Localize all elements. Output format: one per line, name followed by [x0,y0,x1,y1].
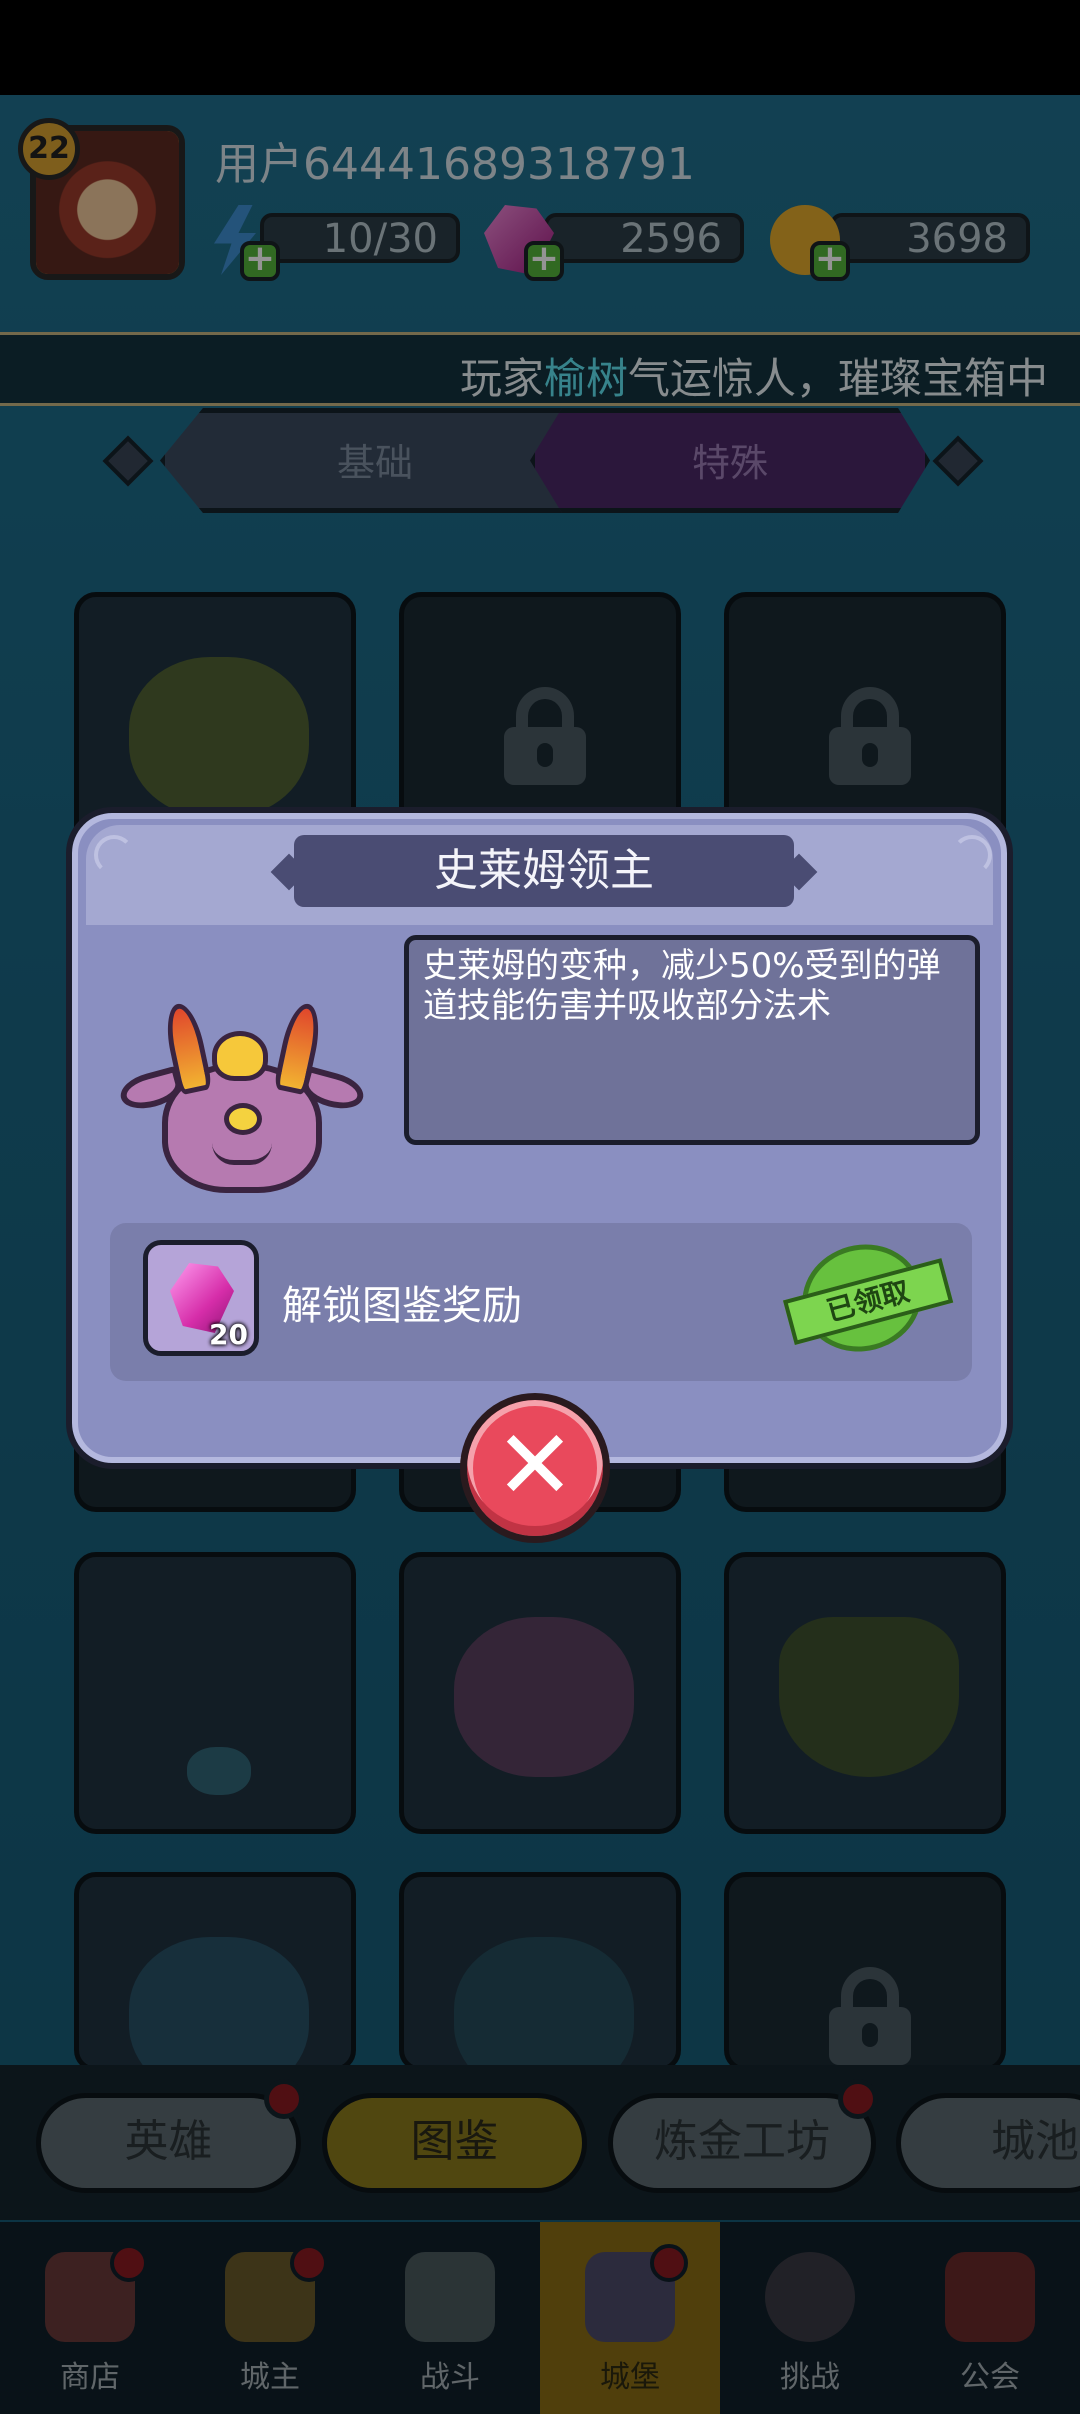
popup-title: 史莱姆领主 [294,835,794,907]
close-icon: ✕ [494,1409,576,1521]
reward-gem-icon: 20 [143,1240,259,1356]
claimed-label: 已领取 [782,1258,954,1345]
close-button[interactable]: ✕ [460,1393,610,1543]
slime-lord-portrait [112,1000,372,1203]
monster-description: 史莱姆的变种，减少50%受到的弹道技能伤害并吸收部分法术 [404,935,980,1145]
codex-reward-row: 20 解锁图鉴奖励 已领取 [110,1223,972,1381]
claimed-stamp: 已领取 [782,1231,954,1365]
status-bar [0,0,1080,95]
reward-count: 20 [209,1318,248,1351]
corner-ornament-icon [94,835,134,875]
reward-label: 解锁图鉴奖励 [282,1283,522,1329]
monster-detail-popup: 史莱姆领主 史莱姆的变种，减少50%受到的弹道技能伤害并吸收部分法术 20 解锁… [66,807,1013,1469]
corner-ornament-icon [952,835,992,875]
